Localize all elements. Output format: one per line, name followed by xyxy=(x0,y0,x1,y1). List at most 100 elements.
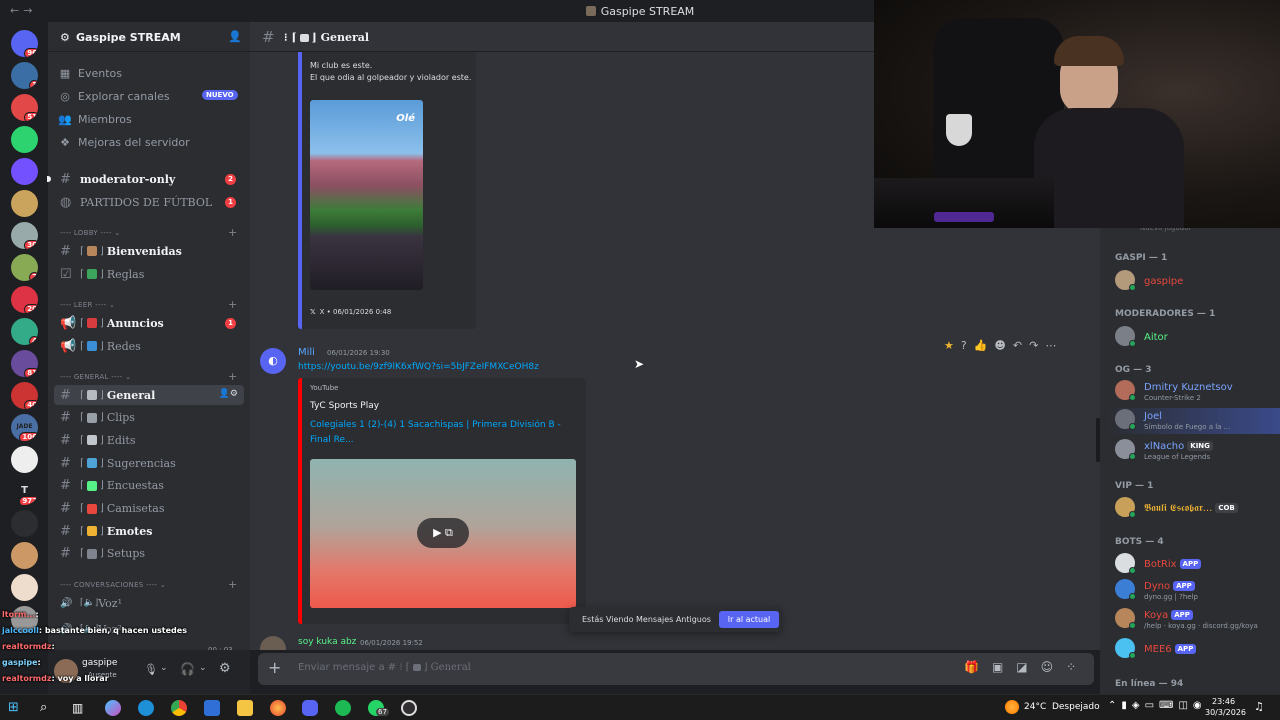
server-icon[interactable]: JADE 106 xyxy=(11,414,38,441)
member-item[interactable]: Dyno APP dyno.gg | ?help xyxy=(1115,579,1280,603)
message-input[interactable]: Enviar mensaje a # ⁝ ⌈ ⌋ General xyxy=(298,662,471,673)
server-icon[interactable]: 40 xyxy=(11,382,38,409)
notification-bell-icon[interactable]: ♫ xyxy=(1254,700,1264,713)
channel-sugerencias[interactable]: # ⌈ ⌋ Sugerencias xyxy=(54,453,244,473)
channel-clips[interactable]: # ⌈ ⌋ Clips xyxy=(54,408,244,428)
weather-text[interactable]: 24°C Despejado xyxy=(1024,702,1100,712)
discord-icon[interactable] xyxy=(302,700,318,716)
spotify-icon[interactable] xyxy=(335,700,351,716)
category-leer[interactable]: ---- LEER ---- ⌄ + xyxy=(60,298,237,311)
apps-icon[interactable]: ⁘ xyxy=(1066,660,1076,674)
server-icon[interactable]: 81 xyxy=(11,350,38,377)
server-icon-t[interactable]: T 972 xyxy=(11,478,38,505)
sticker-icon[interactable]: ◪ xyxy=(1016,660,1027,674)
channel-encuestas[interactable]: # ⌈ ⌋ Encuestas xyxy=(54,476,244,496)
server-icon[interactable] xyxy=(11,126,38,153)
category-lobby[interactable]: ---- LOBBY ---- ⌄ + xyxy=(60,226,237,239)
channel-emotes[interactable]: # ⌈ ⌋ Emotes xyxy=(54,521,244,541)
emoji-icon[interactable]: ☺ xyxy=(1041,660,1054,674)
guild-nav-members[interactable]: 👥 Miembros xyxy=(58,109,132,129)
add-channel-icon[interactable]: + xyxy=(228,370,238,383)
question-icon[interactable]: ? xyxy=(961,339,967,352)
store-icon[interactable] xyxy=(204,700,220,716)
member-item[interactable]: Dmitry Kuznetsov Counter-Strike 2 xyxy=(1115,380,1280,404)
member-item[interactable]: Aitor xyxy=(1115,326,1280,350)
member-item[interactable]: xlNacho KING League of Legends xyxy=(1115,439,1280,463)
member-item[interactable]: MEE6 APP xyxy=(1115,638,1280,662)
firefox-icon[interactable] xyxy=(270,700,286,716)
explorer-icon[interactable] xyxy=(237,700,253,716)
guild-nav-calendar[interactable]: ▦ Eventos xyxy=(58,63,122,83)
channel-anuncios[interactable]: 📢 ⌈ ⌋ Anuncios 1 xyxy=(54,313,244,333)
forward-icon[interactable]: ↷ xyxy=(1029,339,1038,352)
message-link[interactable]: https://youtu.be/9zf9lK6xfWQ?si=5bJFZeIF… xyxy=(298,362,539,372)
member-item[interactable]: 𝕭𝖆𝖚𝖑𝖎 𝕰𝖘𝖈𝖔𝖇𝖆𝖗... COB xyxy=(1115,497,1280,521)
search-icon[interactable]: ⌕ xyxy=(40,700,56,716)
message-author[interactable]: Mili xyxy=(298,347,315,358)
server-icon[interactable] xyxy=(11,510,38,537)
server-icon[interactable] xyxy=(11,158,38,185)
star-icon[interactable]: ★ xyxy=(944,339,954,352)
clock-time[interactable]: 23:46 xyxy=(1212,697,1235,706)
guild-nav-compass[interactable]: ◎ Explorar canales NUEVO xyxy=(58,86,238,106)
embed-title-2[interactable]: Final Re... xyxy=(310,435,354,445)
message-author[interactable]: soy kuka abz xyxy=(298,637,356,647)
add-channel-icon[interactable]: + xyxy=(228,226,238,239)
channel-edits[interactable]: # ⌈ ⌋ Edits xyxy=(54,430,244,450)
chrome-icon[interactable] xyxy=(171,700,187,716)
server-icon[interactable]: 7 xyxy=(11,254,38,281)
message-avatar[interactable]: ◐ xyxy=(260,348,286,374)
server-icon[interactable]: 20 xyxy=(11,286,38,313)
add-channel-icon[interactable]: + xyxy=(228,298,238,311)
server-icon[interactable] xyxy=(11,574,38,601)
embed-site[interactable]: TyC Sports Play xyxy=(310,401,379,411)
task-view-icon[interactable]: ▥ xyxy=(72,700,88,716)
channel-partidos[interactable]: ◍ PARTIDOS DE FÚTBOL 1 xyxy=(54,192,244,212)
server-icon[interactable]: 96 xyxy=(11,30,38,57)
server-icon[interactable] xyxy=(11,542,38,569)
server-icon[interactable]: 4 xyxy=(11,318,38,345)
whatsapp-icon[interactable]: 67 xyxy=(368,700,389,716)
thumbs-up-icon[interactable]: 👍 xyxy=(974,339,988,352)
play-button[interactable]: ▶ ⧉ xyxy=(417,518,469,548)
category-general[interactable]: ---- GENERAL ---- ⌄ + xyxy=(60,370,237,383)
gift-icon[interactable]: 🎁 xyxy=(964,660,979,674)
server-icon[interactable]: 30 xyxy=(11,222,38,249)
clock-date[interactable]: 30/3/2026 xyxy=(1205,708,1246,717)
guild-header[interactable]: ⚙ Gaspipe STREAM ⌄ 👤 xyxy=(48,22,250,52)
channel-bienvenidas[interactable]: # ⌈ ⌋ Bienvenidas xyxy=(54,241,244,261)
start-icon[interactable]: ⊞ xyxy=(8,700,24,716)
channel-moderator-only[interactable]: # moderator-only 2 xyxy=(47,169,244,189)
server-icon[interactable]: 3 xyxy=(11,62,38,89)
edge-icon[interactable] xyxy=(138,700,154,716)
copilot-icon[interactable] xyxy=(105,700,121,716)
message-avatar[interactable] xyxy=(260,636,286,650)
channel-reglas[interactable]: ☑ ⌈ ⌋ Reglas xyxy=(54,264,244,284)
member-item[interactable]: gaspipe xyxy=(1115,270,1280,294)
more-icon[interactable]: ⋯ xyxy=(1045,339,1056,352)
jump-present-button[interactable]: Ir al actual xyxy=(719,611,779,628)
stadium-photo[interactable]: Olé xyxy=(310,100,423,290)
server-icon[interactable] xyxy=(11,190,38,217)
add-reaction-icon[interactable]: ☻ xyxy=(994,339,1005,352)
tray-icons[interactable]: ⌃▮◈▭⌨◫◉ xyxy=(1108,700,1207,711)
channel-redes[interactable]: 📢 ⌈ ⌋ Redes xyxy=(54,336,244,356)
channel-general[interactable]: # ⌈ ⌋ General 👤⚙ xyxy=(54,385,244,405)
server-icon[interactable] xyxy=(11,446,38,473)
invite-icon[interactable]: 👤 xyxy=(228,30,242,43)
invite-icon[interactable]: 👤⚙ xyxy=(219,389,238,399)
channel-setups[interactable]: # ⌈ ⌋ Setups xyxy=(54,544,244,564)
add-attachment-icon[interactable]: + xyxy=(268,658,281,677)
guild-nav-boost[interactable]: ❖ Mejoras del servidor xyxy=(58,132,190,152)
member-item[interactable]: BotRix APP xyxy=(1115,553,1280,577)
members-scrollbar[interactable] xyxy=(1096,418,1100,462)
server-icon[interactable]: 51 xyxy=(11,94,38,121)
gif-icon[interactable]: ▣ xyxy=(992,660,1003,674)
category-conv[interactable]: ---- CONVERSACIONES ---- ⌄ + xyxy=(60,578,237,591)
channel-camisetas[interactable]: # ⌈ ⌋ Camisetas xyxy=(54,499,244,519)
reply-icon[interactable]: ↶ xyxy=(1013,339,1022,352)
obs-icon[interactable] xyxy=(401,700,417,716)
add-channel-icon[interactable]: + xyxy=(228,578,238,591)
member-item[interactable]: Joel Símbolo de Fuego a la ... xyxy=(1115,409,1280,433)
member-item[interactable]: Koya APP/help · koya.gg · discord.gg/koya xyxy=(1115,608,1280,632)
